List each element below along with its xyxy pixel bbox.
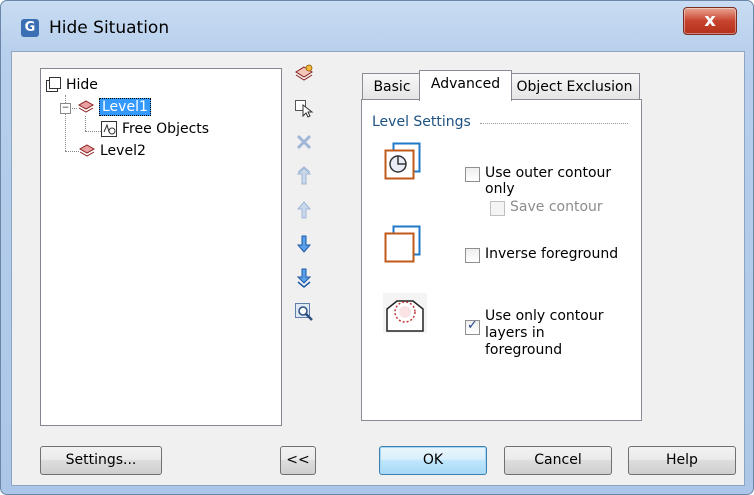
advanced-tab-panel: Level Settings Use outer contour only Sa… [361, 99, 642, 421]
save-contour-checkbox[interactable] [490, 201, 505, 216]
move-up-icon[interactable] [292, 200, 316, 224]
layers-icon [77, 99, 95, 115]
tree-line [85, 116, 86, 131]
tree-item-label: Level2 [100, 143, 146, 159]
add-level-icon[interactable] [292, 64, 316, 88]
ok-button[interactable]: OK [379, 446, 487, 475]
move-bottom-icon[interactable] [292, 268, 316, 292]
layers-icon [78, 143, 96, 159]
collapse-panel-button[interactable]: << [280, 446, 316, 475]
tree-item-label: Free Objects [122, 121, 210, 137]
contour-layers-label: Use only contour layers in foreground [485, 308, 641, 359]
move-down-icon[interactable] [292, 234, 316, 258]
app-icon: G [21, 19, 39, 37]
cancel-button[interactable]: Cancel [504, 446, 612, 475]
tab-object-exclusion[interactable]: Object Exclusion [509, 73, 640, 100]
tree-item-level2[interactable]: Level2 [78, 141, 146, 161]
contour-layers-label-line2: foreground [485, 342, 563, 358]
help-button[interactable]: Help [628, 446, 736, 475]
tab-basic[interactable]: Basic [362, 73, 422, 100]
tree-item-free-objects[interactable]: Free Objects [101, 119, 209, 139]
close-button[interactable]: x [683, 7, 737, 35]
contour-layers-label-line1: Use only contour layers in [485, 308, 604, 341]
settings-button[interactable]: Settings... [40, 446, 162, 475]
dialog-window: G Hide Situation x Hide − Level1 Free Ob… [0, 0, 754, 495]
contour-layers-illustration-icon [383, 293, 427, 333]
tab-advanced[interactable]: Advanced [419, 70, 512, 101]
contour-layers-checkbox[interactable] [465, 318, 480, 335]
collapse-toggle[interactable]: − [60, 103, 71, 114]
move-top-icon[interactable] [292, 166, 316, 190]
tree-line [65, 151, 79, 152]
tree-line [85, 131, 101, 132]
tree-item-label: Hide [66, 77, 98, 93]
level-tree[interactable]: Hide − Level1 Free Objects Level2 [40, 68, 282, 426]
inverse-foreground-label: Inverse foreground [485, 246, 619, 262]
inverse-foreground-illustration-icon [383, 225, 423, 265]
tree-item-label: Level1 [99, 98, 151, 116]
tree-item-hide[interactable]: Hide [45, 75, 98, 95]
free-objects-icon [101, 121, 117, 137]
zoom-icon[interactable] [292, 302, 316, 326]
outer-contour-checkbox[interactable] [465, 167, 480, 182]
tree-item-level1[interactable]: Level1 [77, 97, 151, 117]
save-contour-label: Save contour [510, 199, 603, 215]
outer-contour-label: Use outer contour only [485, 165, 612, 197]
outer-contour-illustration-icon [383, 142, 423, 182]
inverse-foreground-checkbox[interactable] [465, 248, 480, 263]
dialog-client-area: Hide − Level1 Free Objects Level2 Basic … [11, 51, 745, 486]
delete-icon[interactable] [292, 132, 316, 156]
level-settings-group-label: Level Settings [372, 114, 471, 130]
window-icon [45, 77, 61, 93]
window-title: Hide Situation [49, 18, 170, 38]
group-divider [480, 123, 628, 124]
select-objects-icon[interactable] [292, 98, 316, 122]
